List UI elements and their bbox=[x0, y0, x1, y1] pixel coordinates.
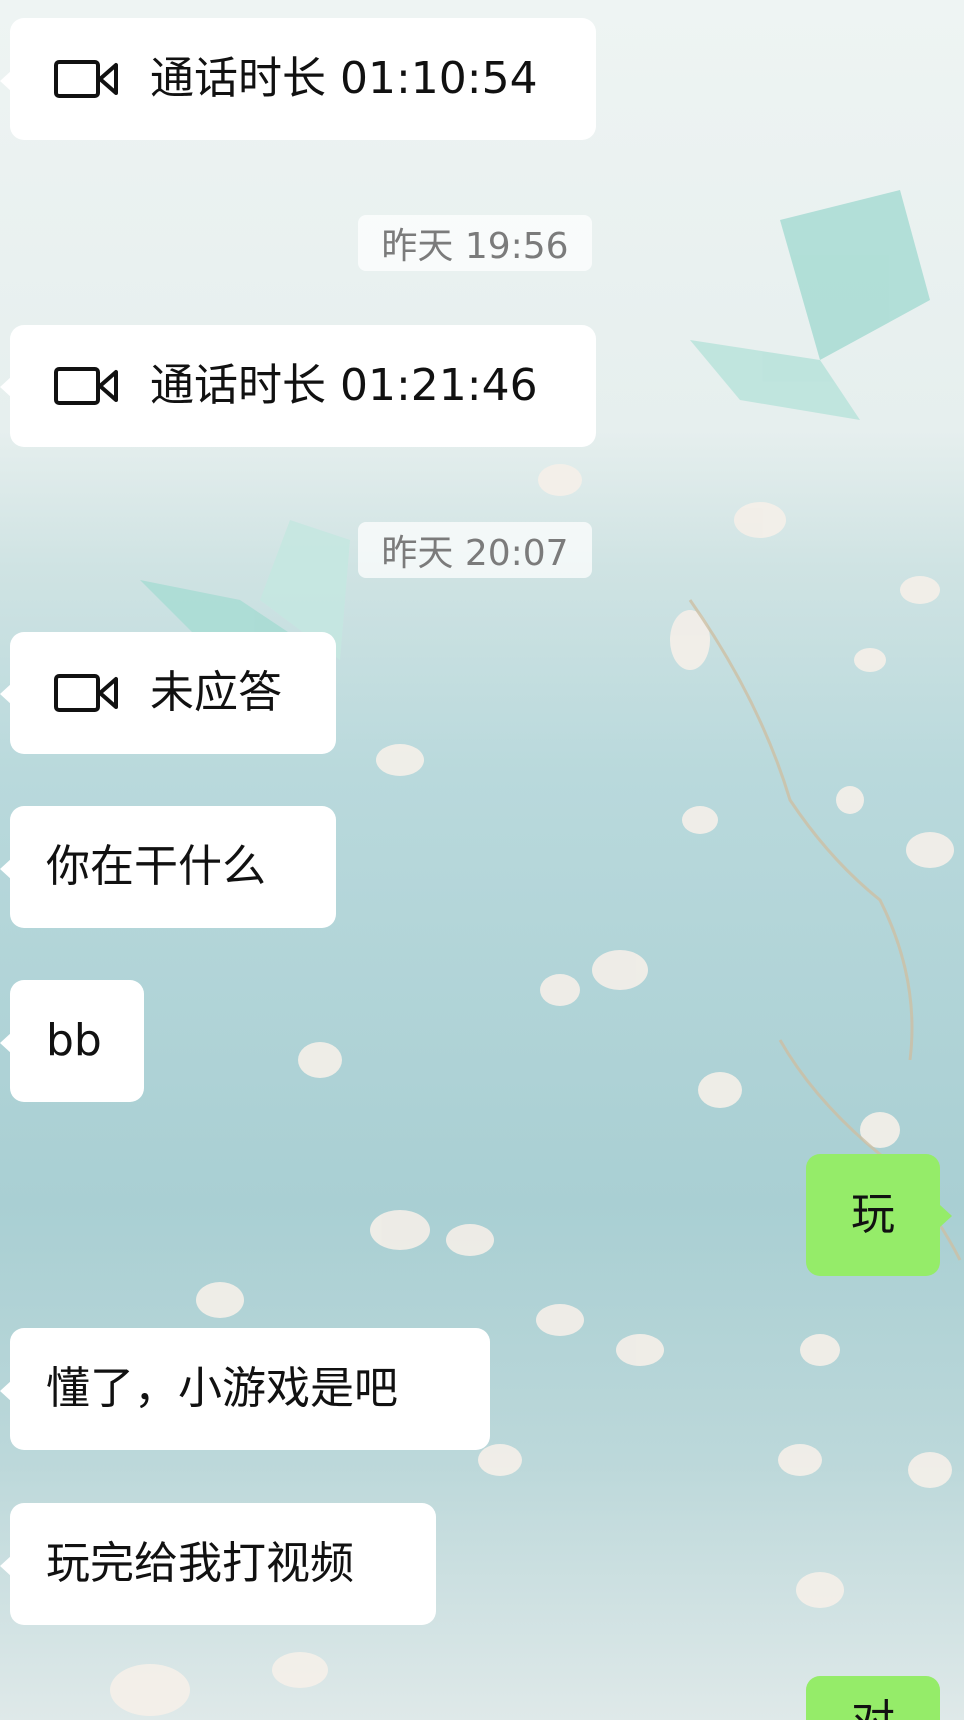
text-bubble[interactable]: 玩 bbox=[806, 1154, 940, 1276]
text-bubble[interactable]: bb bbox=[10, 980, 144, 1102]
call-duration-bubble[interactable]: 通话时长 01:10:54 bbox=[10, 18, 596, 140]
message-timestamp: 昨天 19:56 bbox=[358, 215, 592, 271]
call-duration-text: 通话时长 01:10:54 bbox=[150, 53, 538, 104]
message-timestamp: 昨天 20:07 bbox=[358, 522, 592, 578]
text-bubble[interactable]: 懂了，小游戏是吧 bbox=[10, 1328, 490, 1450]
text-bubble[interactable]: 你在干什么 bbox=[10, 806, 336, 928]
video-camera-icon bbox=[54, 674, 118, 712]
missed-call-bubble[interactable]: 未应答 bbox=[10, 632, 336, 754]
call-duration-bubble[interactable]: 通话时长 01:21:46 bbox=[10, 325, 596, 447]
text-bubble[interactable]: 玩完给我打视频 bbox=[10, 1503, 436, 1625]
bubble-tail bbox=[940, 1205, 952, 1227]
message-text: 对 bbox=[851, 1700, 895, 1720]
missed-call-text: 未应答 bbox=[150, 667, 282, 718]
video-camera-icon bbox=[54, 367, 118, 405]
video-camera-icon bbox=[54, 60, 118, 98]
text-bubble[interactable]: 对 bbox=[806, 1676, 940, 1720]
call-duration-text: 通话时长 01:21:46 bbox=[150, 360, 538, 411]
